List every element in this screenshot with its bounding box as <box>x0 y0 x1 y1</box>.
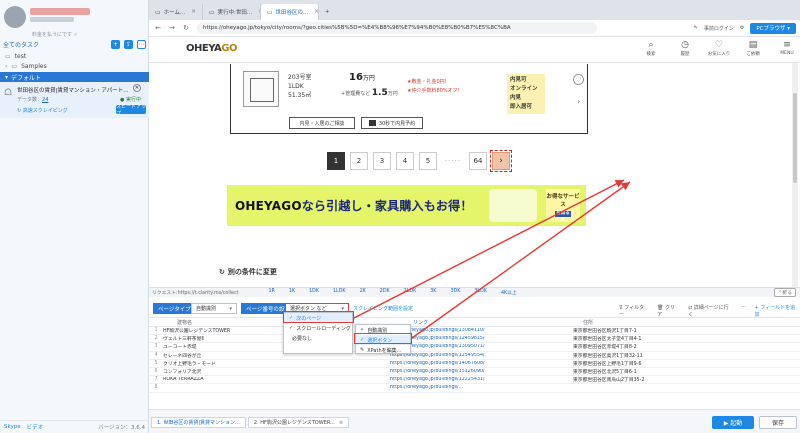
app-window: 料金を払うにです ✓ 全てのタスク + ⇪ ⋯ ▭ test › ▭ Sampl… <box>0 0 800 433</box>
save-button[interactable]: 保存 <box>759 416 797 429</box>
bottom-bar: 1. 世田谷区の賃貸|賃貸マンション... 2. HF駒沢公園レジデンスTOWE… <box>149 409 800 433</box>
annotation-arrows <box>353 179 631 339</box>
step-tab-1[interactable]: 1. 世田谷区の賃貸|賃貸マンション... <box>151 417 246 428</box>
close-icon: ⊗ <box>338 419 344 426</box>
run-button[interactable]: ▶ 起動 <box>712 416 754 429</box>
step-tab-2[interactable]: 2. HF駒沢公園レジデンスTOWER... ⊗ <box>247 417 350 428</box>
